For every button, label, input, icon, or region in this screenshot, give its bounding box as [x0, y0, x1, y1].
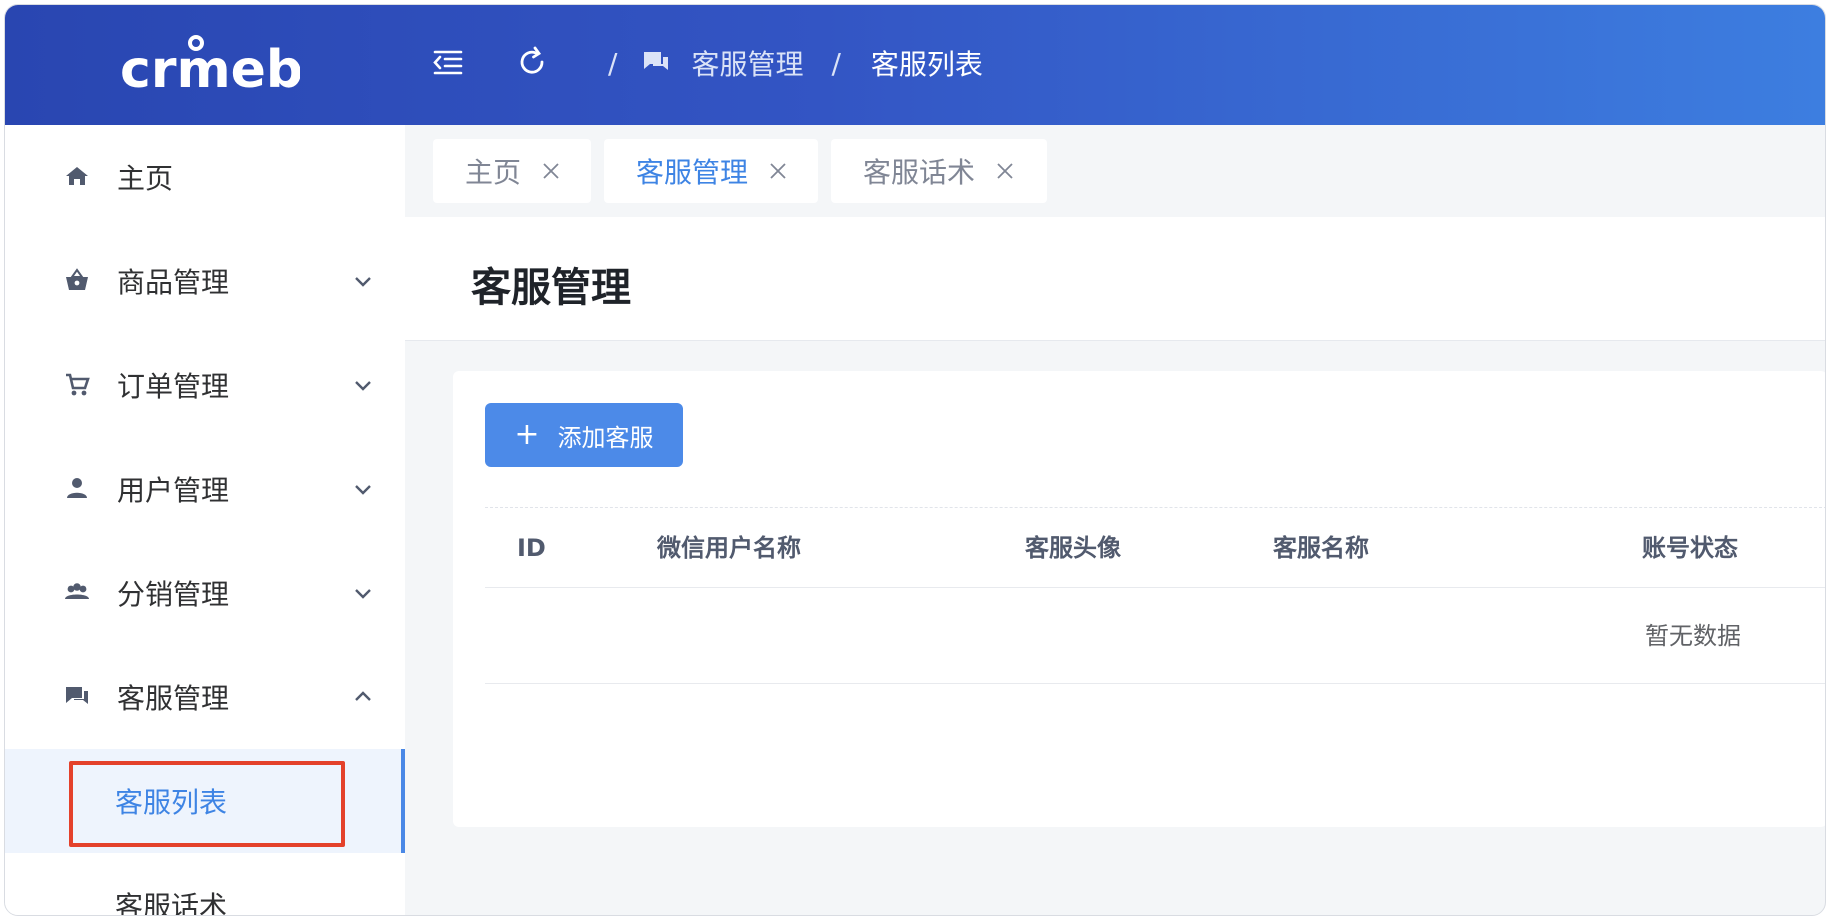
tab-customer-service[interactable]: 客服管理: [604, 139, 818, 203]
add-service-button[interactable]: + 添加客服: [485, 403, 683, 467]
column-header-account-status: 账号状态: [1642, 534, 1738, 562]
plus-icon: +: [514, 417, 540, 452]
tab-bar: 主页 客服管理 客服话术: [405, 125, 1825, 217]
sidebar-item-users[interactable]: 用户管理: [5, 437, 405, 541]
close-icon[interactable]: [541, 161, 561, 181]
sidebar-item-products[interactable]: 商品管理: [5, 229, 405, 333]
chevron-down-icon: [355, 277, 371, 287]
chat-icon: [63, 682, 93, 712]
table-header: ID 微信用户名称 客服头像 客服名称 账号状态: [485, 508, 1825, 588]
sidebar-item-label: 订单管理: [117, 370, 230, 403]
column-header-avatar: 客服头像: [1025, 534, 1121, 562]
page-title: 客服管理: [471, 265, 631, 311]
chevron-down-icon: [355, 381, 371, 391]
sidebar-item-home[interactable]: 主页: [5, 125, 405, 229]
sidebar-subitem-label: 客服话术: [115, 890, 228, 916]
sidebar-item-distribution[interactable]: 分销管理: [5, 541, 405, 645]
crmeb-logo: crmeb: [120, 35, 300, 100]
chevron-down-icon: [355, 485, 371, 495]
cart-icon: [63, 370, 93, 400]
top-header: crmeb / 客服管理 / 客服列表: [5, 5, 1825, 125]
tab-label: 客服话术: [863, 156, 976, 189]
refresh-icon[interactable]: [515, 45, 549, 79]
breadcrumb-item-current: 客服列表: [870, 48, 983, 81]
close-icon[interactable]: [768, 161, 788, 181]
sidebar-item-label: 客服管理: [117, 682, 230, 715]
empty-state-text: 暂无数据: [1645, 622, 1741, 650]
column-header-service-name: 客服名称: [1273, 534, 1369, 562]
breadcrumb: / 客服管理 / 客服列表: [608, 43, 983, 83]
highlight-annotation-box: [69, 761, 345, 847]
close-icon[interactable]: [995, 161, 1015, 181]
breadcrumb-item-customer-service[interactable]: 客服管理: [691, 43, 803, 83]
group-icon: [63, 578, 93, 608]
basket-icon: [63, 266, 93, 296]
tab-label: 客服管理: [636, 156, 749, 189]
column-header-wechat-username: 微信用户名称: [657, 534, 801, 562]
sidebar-item-customer-service[interactable]: 客服管理: [5, 645, 405, 749]
svg-text:crmeb: crmeb: [120, 40, 300, 100]
tab-home[interactable]: 主页: [433, 139, 591, 203]
sidebar-item-orders[interactable]: 订单管理: [5, 333, 405, 437]
collapse-menu-icon[interactable]: [431, 45, 465, 79]
breadcrumb-separator: /: [831, 46, 841, 80]
content-card: + 添加客服 ID 微信用户名称 客服头像 客服名称 账号状态 暂无数据: [453, 371, 1825, 827]
sidebar-item-label: 用户管理: [117, 474, 230, 507]
table-empty-row: 暂无数据: [485, 588, 1825, 684]
sidebar-item-label: 商品管理: [117, 266, 230, 299]
chevron-down-icon: [355, 589, 371, 599]
sidebar: 主页 商品管理 订单管理 用户管理 分销管理 客服管理 客服列表 客服话术: [5, 125, 405, 916]
sidebar-item-label: 分销管理: [117, 578, 230, 611]
tab-label: 主页: [465, 156, 522, 189]
tab-service-scripts[interactable]: 客服话术: [831, 139, 1047, 203]
sidebar-item-label: 主页: [117, 162, 174, 195]
add-service-button-label: 添加客服: [557, 423, 654, 452]
user-icon: [63, 474, 93, 504]
home-icon: [63, 162, 93, 192]
chat-icon: [644, 52, 669, 70]
column-header-id: ID: [517, 534, 546, 562]
sidebar-subitem-service-scripts[interactable]: 客服话术: [5, 853, 405, 916]
page-header: 客服管理: [405, 217, 1825, 341]
chevron-up-icon: [355, 691, 371, 701]
breadcrumb-separator: /: [608, 46, 618, 80]
app-window: crmeb / 客服管理 / 客服列表 主页 商品管理 订单管理 用户管理 分销…: [4, 4, 1826, 916]
